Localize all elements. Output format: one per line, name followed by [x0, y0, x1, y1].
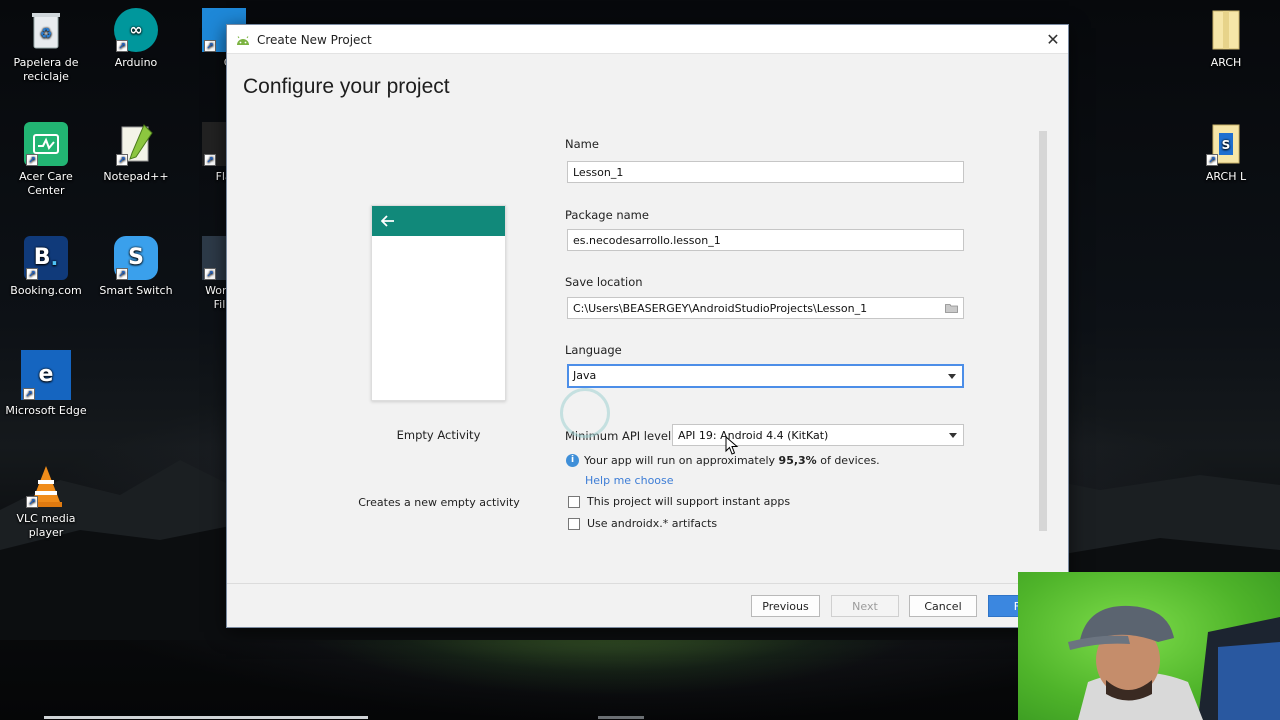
desktop-icon-smart-switch[interactable]: S ↗ Smart Switch	[90, 236, 182, 298]
instant-apps-option[interactable]: This project will support instant apps	[568, 495, 790, 508]
language-label: Language	[565, 343, 622, 357]
scrollbar[interactable]	[1039, 131, 1047, 531]
desktop-icon-arduino[interactable]: ∞ ↗ Arduino	[90, 8, 182, 70]
desktop-icon-recycle-bin[interactable]: ♻ Papelera de reciclaje	[0, 8, 92, 84]
info-icon: i	[566, 454, 579, 467]
package-name-input[interactable]: es.necodesarrollo.lesson_1	[567, 229, 964, 251]
cancel-button[interactable]: Cancel	[909, 595, 977, 617]
save-location-value: C:\Users\BEASERGEY\AndroidStudioProjects…	[573, 302, 868, 315]
notepad-plus-icon: ↗	[114, 122, 158, 166]
preview-app-bar	[372, 206, 505, 236]
desktop-icon-edge[interactable]: e ↗ Microsoft Edge	[0, 350, 92, 418]
name-input[interactable]: Lesson_1	[567, 161, 964, 183]
create-new-project-dialog: Create New Project ✕ Configure your proj…	[226, 24, 1069, 628]
min-api-value: API 19: Android 4.4 (KitKat)	[678, 429, 829, 442]
folder-icon	[1204, 8, 1248, 52]
activity-description: Creates a new empty activity	[358, 496, 520, 509]
package-name-label: Package name	[565, 208, 649, 222]
divider	[227, 583, 1068, 584]
svg-text:S: S	[1222, 138, 1231, 152]
click-highlight	[560, 388, 610, 438]
save-location-label: Save location	[565, 275, 643, 289]
booking-icon: B. ↗	[24, 236, 68, 280]
language-value: Java	[573, 369, 597, 382]
next-button[interactable]: Next	[831, 595, 899, 617]
vlc-icon: ↗	[24, 464, 68, 508]
androidx-option[interactable]: Use androidx.* artifacts	[568, 517, 717, 530]
mouse-cursor-icon	[725, 436, 739, 455]
presenter-video	[1068, 605, 1280, 720]
taskbar-indicator	[598, 716, 644, 719]
recycle-bin-icon: ♻	[24, 8, 68, 52]
close-button[interactable]: ✕	[1038, 26, 1068, 54]
name-label: Name	[565, 137, 599, 151]
save-location-input[interactable]: C:\Users\BEASERGEY\AndroidStudioProjects…	[567, 297, 964, 319]
desktop-icon-arch-folder[interactable]: ARCH	[1180, 8, 1272, 70]
desktop-icon-acer-care[interactable]: ↗ Acer Care Center	[0, 122, 92, 198]
android-icon	[237, 35, 249, 45]
desktop-icon-booking[interactable]: B. ↗ Booking.com	[0, 236, 92, 298]
instant-apps-checkbox[interactable]	[568, 495, 580, 508]
acer-care-icon: ↗	[24, 122, 68, 166]
browse-folder-icon[interactable]	[945, 303, 958, 313]
webcam-overlay	[1018, 572, 1280, 720]
device-coverage-info: i Your app will run on approximately 95,…	[566, 454, 880, 467]
divider	[227, 53, 1068, 54]
help-me-choose-link[interactable]: Help me choose	[585, 474, 674, 487]
androidx-checkbox[interactable]	[568, 517, 580, 530]
desktop-icon-notepad-plus[interactable]: ↗ Notepad++	[90, 122, 182, 184]
chevron-down-icon	[949, 433, 957, 438]
activity-preview	[371, 205, 506, 401]
min-api-select[interactable]: API 19: Android 4.4 (KitKat)	[672, 424, 964, 446]
svg-text:♻: ♻	[40, 26, 53, 42]
chevron-down-icon	[948, 374, 956, 379]
close-icon: ✕	[1046, 30, 1060, 49]
desktop-icon-vlc[interactable]: ↗ VLC media player	[0, 464, 92, 540]
back-arrow-icon	[381, 215, 394, 227]
edge-icon: e ↗	[21, 350, 71, 400]
language-select[interactable]: Java	[567, 364, 964, 388]
smart-switch-icon: S ↗	[114, 236, 158, 280]
previous-button[interactable]: Previous	[751, 595, 820, 617]
document-icon: S ↗	[1204, 122, 1248, 166]
arduino-icon: ∞ ↗	[114, 8, 158, 52]
taskbar-indicator	[44, 716, 368, 719]
desktop-icon-arch-document[interactable]: S ↗ ARCH L	[1180, 122, 1272, 184]
dialog-title: Create New Project	[257, 32, 372, 47]
activity-name: Empty Activity	[396, 428, 481, 442]
page-title: Configure your project	[243, 75, 450, 98]
dialog-titlebar[interactable]: Create New Project ✕	[227, 25, 1068, 54]
